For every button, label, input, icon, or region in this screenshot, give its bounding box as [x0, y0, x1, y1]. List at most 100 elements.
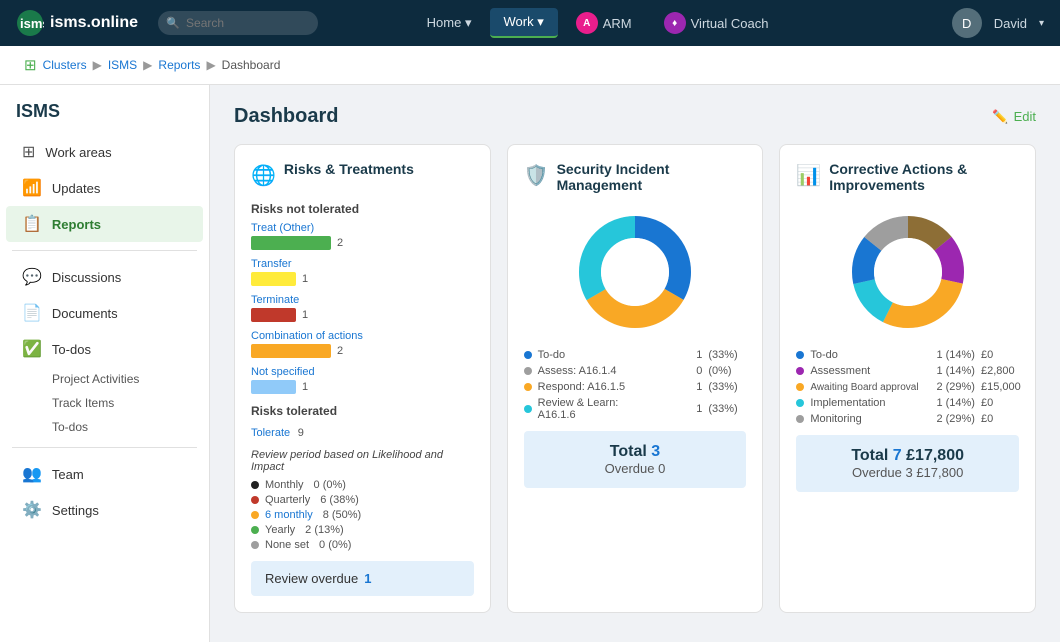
breadcrumb-reports[interactable]: Reports — [158, 58, 200, 72]
breadcrumb-clusters[interactable]: Clusters — [43, 58, 87, 72]
sidebar-item-documents[interactable]: 📄 Documents — [6, 295, 203, 331]
incidents-overdue-label: Overdue — [605, 461, 655, 476]
review-legend: Monthly 0 (0%) Quarterly 6 (38%) 6 month… — [251, 479, 474, 551]
corrective-impl-label: Implementation — [810, 397, 929, 409]
breadcrumb-isms[interactable]: ISMS — [108, 58, 137, 72]
review-overdue-bar: Review overdue 1 — [251, 561, 474, 596]
corrective-card-header: 📊 Corrective Actions & Improvements — [796, 161, 1019, 193]
corrective-assessment-amt: £2,800 — [981, 365, 1019, 377]
corrective-board-label: Awaiting Board approval — [810, 382, 929, 393]
corrective-assessment-label: Assessment — [810, 365, 929, 377]
legend-noneset: None set 0 (0%) — [251, 539, 474, 551]
corrective-legend: To-do 1 (14%) £0 Assessment 1 (14%) £2,8… — [796, 349, 1019, 425]
yearly-count: 2 (13%) — [305, 524, 344, 536]
search-wrap — [158, 11, 318, 35]
breadcrumb-current: Dashboard — [222, 58, 281, 72]
sidebar-label-documents: Documents — [52, 306, 118, 321]
sidebar-sub-project-activities[interactable]: Project Activities — [40, 367, 209, 391]
quarterly-count: 6 (38%) — [320, 494, 359, 506]
svg-text:isms: isms — [20, 16, 44, 31]
breadcrumb-icon: ⊞ — [24, 56, 37, 74]
incidents-card-icon: 🛡️ — [524, 163, 549, 188]
corrective-assessment-count: 1 (14%) — [935, 365, 975, 377]
sixmonthly-dot — [251, 511, 259, 519]
review-overdue-value: 1 — [364, 571, 371, 586]
risks-card-title: Risks & Treatments — [284, 161, 414, 177]
legend-monthly: Monthly 0 (0%) — [251, 479, 474, 491]
sidebar-sub-track-items[interactable]: Track Items — [40, 391, 209, 415]
incidents-legend-respond: Respond: A16.1.5 1 (33%) — [524, 381, 747, 393]
incidents-respond-count: 1 — [662, 381, 702, 393]
incidents-legend: To-do 1 (33%) Assess: A16.1.4 0 (0%) Res… — [524, 349, 747, 421]
documents-icon: 📄 — [22, 303, 42, 323]
legend-quarterly: Quarterly 6 (38%) — [251, 494, 474, 506]
tolerate-row: Tolerate 9 — [251, 424, 474, 439]
sidebar-sub-todos[interactable]: To-dos — [40, 415, 209, 439]
risks-card-icon: 🌐 — [251, 163, 276, 188]
incidents-review-pct: (33%) — [708, 403, 746, 415]
sidebar-item-discussions[interactable]: 💬 Discussions — [6, 259, 203, 295]
corrective-legend-monitoring: Monitoring 2 (29%) £0 — [796, 413, 1019, 425]
edit-icon: ✏️ — [992, 109, 1008, 125]
sixmonthly-count: 8 (50%) — [323, 509, 362, 521]
bar-label-treat: Treat (Other) — [251, 222, 474, 234]
search-input[interactable] — [158, 11, 318, 35]
yearly-dot — [251, 526, 259, 534]
bar-combo — [251, 344, 331, 358]
corrective-monitoring-amt: £0 — [981, 413, 1019, 425]
cards-grid: 🌐 Risks & Treatments Risks not tolerated… — [234, 144, 1036, 613]
sixmonthly-label: 6 monthly — [265, 509, 313, 521]
tolerate-val: 9 — [298, 427, 304, 439]
bar-label-transfer: Transfer — [251, 258, 474, 270]
nav-home[interactable]: Home ▾ — [413, 9, 486, 37]
monthly-label: Monthly — [265, 479, 304, 491]
incidents-todo-pct: (33%) — [708, 349, 746, 361]
bar-val-transfer: 1 — [302, 273, 308, 285]
corrective-todo-label: To-do — [810, 349, 929, 361]
nav-right: D David ▾ — [952, 8, 1044, 38]
corrective-total-amount: £17,800 — [906, 447, 964, 464]
vc-icon: ♦ — [664, 12, 686, 34]
sidebar-item-reports[interactable]: 📋 Reports — [6, 206, 203, 242]
sidebar-item-updates[interactable]: 📶 Updates — [6, 170, 203, 206]
nav-arm[interactable]: A ARM — [562, 6, 646, 40]
sidebar-label-todos: To-dos — [52, 342, 91, 357]
bar-row-notspecified: Not specified 1 — [251, 366, 474, 394]
sidebar-label-discussions: Discussions — [52, 270, 121, 285]
risks-not-tolerated-label: Risks not tolerated — [251, 202, 474, 216]
sidebar-item-team[interactable]: 👥 Team — [6, 456, 203, 492]
incidents-total-label: Total — [610, 443, 647, 460]
incidents-overdue-line: Overdue 0 — [536, 461, 735, 476]
sidebar-label-reports: Reports — [52, 217, 101, 232]
corrective-total-box: Total 7 £17,800 Overdue 3 £17,800 — [796, 435, 1019, 492]
bar-label-notspecified: Not specified — [251, 366, 474, 378]
bar-label-terminate: Terminate — [251, 294, 474, 306]
sidebar-item-workareas[interactable]: ⊞ Work areas — [6, 134, 203, 170]
corrective-overdue-amount: £17,800 — [916, 465, 963, 480]
incidents-total-box: Total 3 Overdue 0 — [524, 431, 747, 488]
bar-val-terminate: 1 — [302, 309, 308, 321]
risks-tolerated-section: Risks tolerated Tolerate 9 — [251, 404, 474, 439]
corrective-board-amt: £15,000 — [981, 381, 1019, 393]
sidebar-divider-2 — [12, 447, 197, 448]
edit-button[interactable]: ✏️ Edit — [992, 109, 1036, 125]
incidents-review-label: Review & Learn: A16.1.6 — [538, 397, 657, 421]
incidents-assess-count: 0 — [662, 365, 702, 377]
logo[interactable]: isms isms.online — [16, 9, 138, 37]
sidebar-item-todos[interactable]: ✅ To-dos — [6, 331, 203, 367]
bar-val-combo: 2 — [337, 345, 343, 357]
updates-icon: 📶 — [22, 178, 42, 198]
corrective-monitoring-count: 2 (29%) — [935, 413, 975, 425]
bar-val-treat: 2 — [337, 237, 343, 249]
nav-vc[interactable]: ♦ Virtual Coach — [650, 6, 783, 40]
sidebar-item-settings[interactable]: ⚙️ Settings — [6, 492, 203, 528]
incidents-card-title: Security Incident Management — [557, 161, 747, 193]
nav-work[interactable]: Work ▾ — [490, 8, 558, 38]
tolerate-label: Tolerate — [251, 427, 290, 439]
corrective-overdue-line: Overdue 3 £17,800 — [808, 465, 1007, 480]
sidebar-submenu: Project Activities Track Items To-dos — [0, 367, 209, 439]
corrective-total-label: Total — [851, 447, 888, 464]
avatar[interactable]: D — [952, 8, 982, 38]
incidents-review-dot — [524, 405, 532, 413]
corrective-card-title: Corrective Actions & Improvements — [829, 161, 1019, 193]
